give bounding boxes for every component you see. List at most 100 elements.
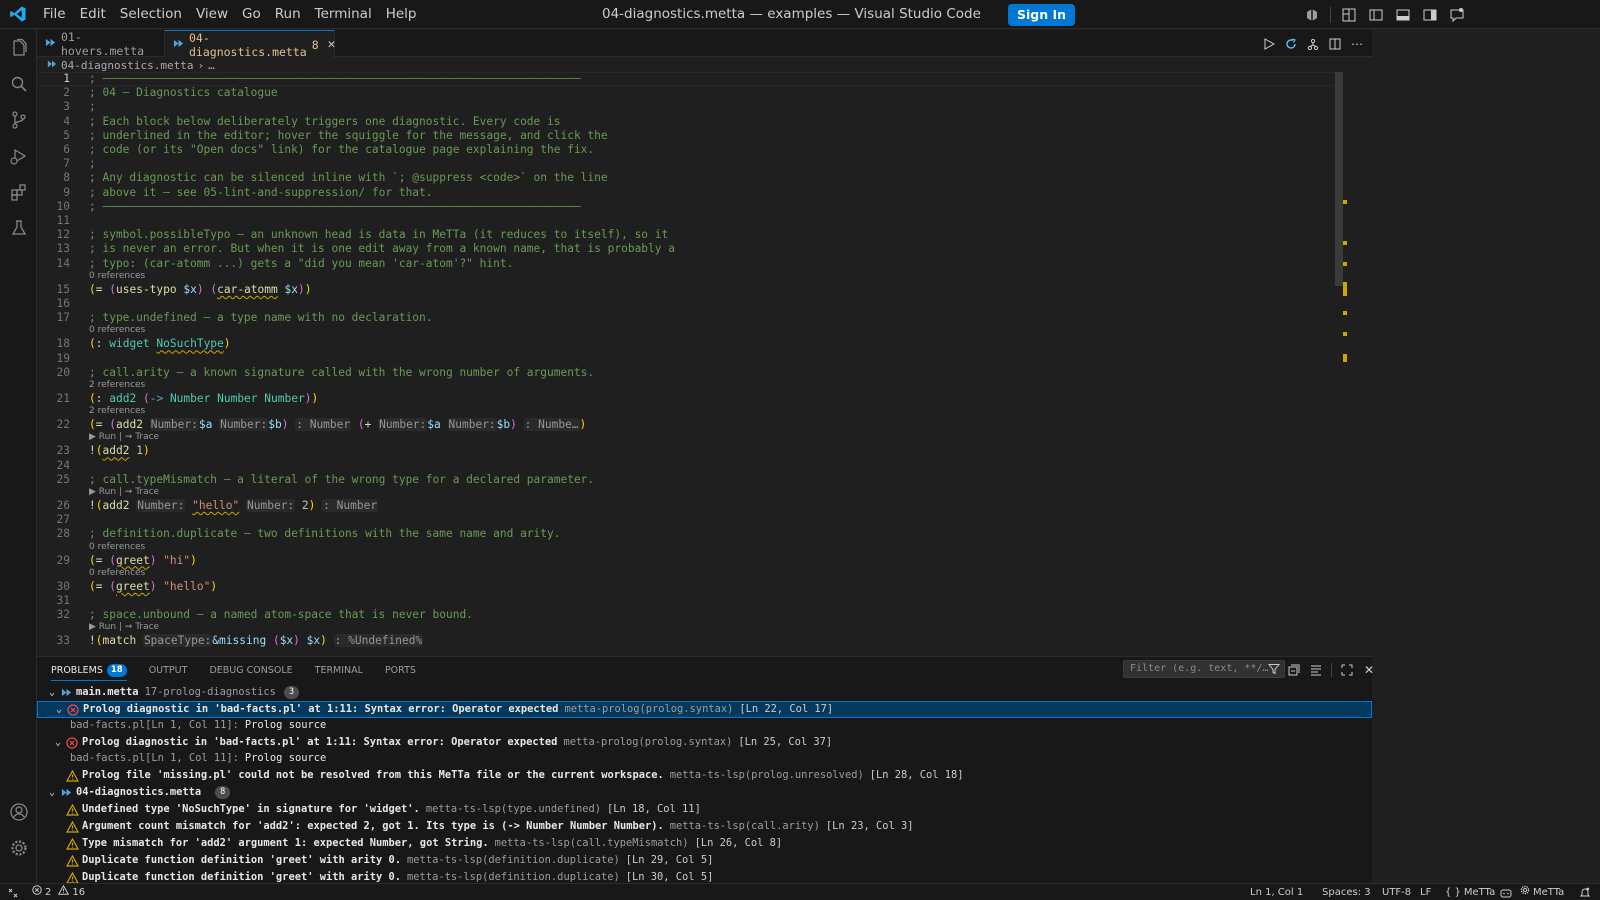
maximize-panel-icon[interactable] <box>1340 663 1354 677</box>
sign-in-button[interactable]: Sign In <box>1008 4 1076 26</box>
code-line: 26 !(add2 Number: "hello" Number: 2) : Nu… <box>37 499 1337 513</box>
run-icon[interactable] <box>1262 37 1276 51</box>
split-editor-icon[interactable] <box>1328 37 1342 51</box>
chat-icon[interactable] <box>1448 6 1466 24</box>
view-as-list-icon[interactable] <box>1309 663 1323 677</box>
chevron-down-icon[interactable]: ⌄ <box>45 784 59 801</box>
problem-item[interactable]: Prolog file 'missing.pl' could not be re… <box>37 767 1372 784</box>
tab-debug-console[interactable]: DEBUG CONSOLE <box>209 665 292 676</box>
breadcrumb-symbol[interactable]: … <box>208 59 215 72</box>
remote-indicator-icon[interactable] <box>8 884 18 900</box>
menu-terminal[interactable]: Terminal <box>308 0 379 29</box>
problems-filter-input[interactable]: Filter (e.g. text, **/… <box>1123 660 1285 678</box>
toggle-primary-sidebar-icon[interactable] <box>1367 6 1385 24</box>
code-line: 9 ; above it — see 05-lint-and-suppressio… <box>37 186 1337 200</box>
toggle-secondary-sidebar-icon[interactable] <box>1421 6 1439 24</box>
testing-icon[interactable] <box>0 210 37 246</box>
problem-file-name: 04-diagnostics.metta <box>76 786 202 798</box>
braces-icon: { } <box>1445 887 1461 898</box>
filter-icon[interactable] <box>1267 663 1281 675</box>
refresh-icon[interactable] <box>1284 37 1298 51</box>
tab-ports[interactable]: PORTS <box>385 665 416 676</box>
tab-terminal[interactable]: TERMINAL <box>315 665 363 676</box>
customize-layout-icon[interactable] <box>1340 6 1358 24</box>
related-information[interactable]: bad-facts.pl[Ln 1, Col 11]: Prolog source <box>37 717 1372 734</box>
close-panel-icon[interactable]: ✕ <box>1362 663 1376 677</box>
tab-problems[interactable]: PROBLEMS 18 <box>51 663 127 681</box>
problems-count-badge: 18 <box>106 663 127 677</box>
tab-04-diagnostics[interactable]: 04-diagnostics.metta 8 ✕ <box>165 30 336 59</box>
line-number: 21 <box>56 392 70 405</box>
tab-output[interactable]: OUTPUT <box>149 665 188 676</box>
line-number: 6 <box>63 143 70 156</box>
problem-item[interactable]: Type mismatch for 'add2' argument 1: exp… <box>37 835 1372 852</box>
menu-selection[interactable]: Selection <box>113 0 189 29</box>
problem-file-group[interactable]: ⌄ 04-diagnostics.metta 8 <box>37 784 1372 801</box>
end-of-line[interactable]: LF <box>1420 884 1431 900</box>
run-debug-icon[interactable] <box>0 138 37 174</box>
chevron-down-icon[interactable]: ⌄ <box>51 734 65 751</box>
line-number: 24 <box>56 458 70 472</box>
search-icon[interactable] <box>0 66 37 102</box>
chevron-down-icon[interactable]: ⌄ <box>52 701 66 718</box>
copilot-icon[interactable] <box>1303 6 1321 24</box>
problem-item[interactable]: ⌄ Prolog diagnostic in 'bad-facts.pl' at … <box>37 734 1372 751</box>
code-lens[interactable]: ▶ Run | ⇝ Trace <box>89 622 159 632</box>
breadcrumb-file[interactable]: 04-diagnostics.metta <box>61 59 193 72</box>
code-lens[interactable]: ▶ Run | ⇝ Trace <box>89 432 159 442</box>
title-actions <box>1303 0 1466 29</box>
problem-item[interactable]: ⌄ Prolog diagnostic in 'bad-facts.pl' at … <box>37 701 1372 718</box>
metta-file-icon <box>173 38 184 52</box>
error-icon <box>66 703 80 717</box>
problem-item[interactable]: Argument count mismatch for 'add2': expe… <box>37 818 1372 835</box>
more-actions-icon[interactable]: ⋯ <box>1350 37 1364 51</box>
menu-run[interactable]: Run <box>268 0 308 29</box>
metta-file-icon <box>47 59 57 72</box>
collapse-all-icon[interactable] <box>1287 663 1301 677</box>
code-lens[interactable]: 0 references <box>89 568 145 578</box>
notifications-bell-icon[interactable] <box>1580 884 1590 900</box>
warning-icon <box>65 769 79 783</box>
menu-file[interactable]: File <box>36 0 73 29</box>
menu-go[interactable]: Go <box>235 0 268 29</box>
explorer-icon[interactable] <box>0 30 37 66</box>
code-lens[interactable]: 2 references <box>89 380 145 390</box>
code-lens[interactable]: 0 references <box>89 271 145 281</box>
problem-item[interactable]: Undefined type 'NoSuchType' in signature… <box>37 801 1372 818</box>
problem-file-count: 3 <box>283 686 300 699</box>
toggle-panel-icon[interactable] <box>1394 6 1412 24</box>
problem-file-name: main.metta <box>76 686 139 698</box>
encoding[interactable]: UTF-8 <box>1382 884 1411 900</box>
menu-edit[interactable]: Edit <box>73 0 113 29</box>
close-icon[interactable]: ✕ <box>328 37 336 52</box>
problem-file-group[interactable]: ⌄ main.metta 17-prolog-diagnostics 3 <box>37 684 1372 701</box>
editor-scrollbar[interactable] <box>1335 72 1343 286</box>
copilot-status-icon[interactable] <box>1500 884 1512 900</box>
code-line: 33 !(match SpaceType:&missing ($x) $x) : … <box>37 634 1337 648</box>
related-information[interactable]: bad-facts.pl[Ln 1, Col 11]: Prolog source <box>37 750 1372 767</box>
extensions-icon[interactable] <box>0 174 37 210</box>
settings-gear-icon[interactable] <box>0 830 37 866</box>
code-lens[interactable]: 2 references <box>89 406 145 416</box>
menu-help[interactable]: Help <box>379 0 424 29</box>
code-lens[interactable]: 0 references <box>89 325 145 335</box>
overview-ruler-warning <box>1343 332 1347 336</box>
chevron-down-icon[interactable]: ⌄ <box>45 684 59 701</box>
source-control-icon[interactable] <box>0 102 37 138</box>
code-editor[interactable]: 1 ; —————————————————————————————————————… <box>37 72 1337 656</box>
indentation[interactable]: Spaces: 3 <box>1322 884 1371 900</box>
tab-01-hovers[interactable]: 01-hovers.metta <box>37 30 165 58</box>
problems-status[interactable]: 2 16 <box>32 884 85 900</box>
problem-source: metta-ts-lsp(type.undefined) <box>425 803 601 815</box>
problem-item[interactable]: Duplicate function definition 'greet' wi… <box>37 852 1372 869</box>
accounts-icon[interactable] <box>0 794 37 830</box>
cursor-position[interactable]: Ln 1, Col 1 <box>1250 884 1303 900</box>
code-lens[interactable]: ▶ Run | ⇝ Trace <box>89 487 159 497</box>
code-lens[interactable]: 0 references <box>89 542 145 552</box>
line-number: 7 <box>63 157 70 171</box>
problem-message: Argument count mismatch for 'add2': expe… <box>82 820 664 832</box>
menu-view[interactable]: View <box>189 0 235 29</box>
source-control-graph-icon[interactable] <box>1306 37 1320 51</box>
language-mode[interactable]: { } MeTTa <box>1445 884 1495 900</box>
lsp-status[interactable]: MeTTa <box>1520 884 1564 900</box>
